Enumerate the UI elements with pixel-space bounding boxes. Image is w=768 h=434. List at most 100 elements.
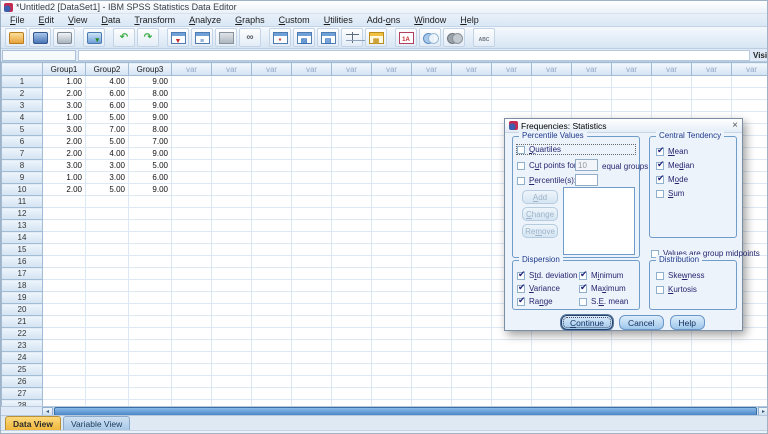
- data-cell[interactable]: [171, 195, 212, 208]
- data-cell[interactable]: [42, 231, 86, 244]
- data-cell[interactable]: 2.00: [42, 87, 86, 100]
- data-cell[interactable]: [211, 183, 252, 196]
- data-cell[interactable]: [171, 243, 212, 256]
- data-cell[interactable]: [691, 375, 732, 388]
- data-cell[interactable]: [331, 291, 372, 304]
- data-cell[interactable]: [291, 387, 332, 400]
- data-cell[interactable]: [451, 123, 492, 136]
- data-cell[interactable]: [451, 267, 492, 280]
- column-header-var[interactable]: var: [411, 62, 452, 76]
- data-cell[interactable]: [371, 243, 412, 256]
- data-cell[interactable]: [651, 75, 692, 88]
- data-cell[interactable]: [128, 207, 172, 220]
- data-cell[interactable]: [331, 135, 372, 148]
- data-cell[interactable]: [411, 87, 452, 100]
- kurtosis-checkbox[interactable]: Kurtosis: [656, 284, 697, 295]
- data-cell[interactable]: [251, 279, 292, 292]
- data-cell[interactable]: [331, 219, 372, 232]
- column-header-var[interactable]: var: [571, 62, 612, 76]
- data-cell[interactable]: [42, 303, 86, 316]
- data-cell[interactable]: [171, 99, 212, 112]
- data-cell[interactable]: [251, 375, 292, 388]
- data-cell[interactable]: [531, 75, 572, 88]
- data-cell[interactable]: [211, 147, 252, 160]
- data-cell[interactable]: [731, 75, 767, 88]
- data-cell[interactable]: [371, 75, 412, 88]
- data-cell[interactable]: [611, 87, 652, 100]
- data-cell[interactable]: [331, 267, 372, 280]
- data-cell[interactable]: [251, 87, 292, 100]
- data-cell[interactable]: [611, 339, 652, 352]
- data-cell[interactable]: [371, 279, 412, 292]
- data-cell[interactable]: [371, 303, 412, 316]
- data-cell[interactable]: [128, 243, 172, 256]
- data-cell[interactable]: [411, 267, 452, 280]
- data-cell[interactable]: [171, 123, 212, 136]
- column-header-group3[interactable]: Group3: [128, 62, 172, 76]
- data-cell[interactable]: [211, 99, 252, 112]
- data-cell[interactable]: [411, 363, 452, 376]
- row-header[interactable]: 7: [1, 147, 43, 160]
- data-cell[interactable]: [571, 363, 612, 376]
- data-cell[interactable]: [42, 207, 86, 220]
- data-cell[interactable]: 9.00: [128, 111, 172, 124]
- data-cell[interactable]: [331, 351, 372, 364]
- close-icon[interactable]: ×: [732, 120, 738, 132]
- data-cell[interactable]: [171, 183, 212, 196]
- data-cell[interactable]: [291, 135, 332, 148]
- data-cell[interactable]: [251, 387, 292, 400]
- data-cell[interactable]: [331, 243, 372, 256]
- data-cell[interactable]: [291, 255, 332, 268]
- data-cell[interactable]: [691, 75, 732, 88]
- menu-transform[interactable]: Transform: [127, 14, 182, 26]
- data-cell[interactable]: [371, 111, 412, 124]
- data-cell[interactable]: [491, 351, 532, 364]
- data-cell[interactable]: [85, 219, 129, 232]
- data-cell[interactable]: [85, 315, 129, 328]
- data-cell[interactable]: [411, 159, 452, 172]
- menu-view[interactable]: View: [61, 14, 94, 26]
- data-cell[interactable]: [171, 303, 212, 316]
- row-header[interactable]: 22: [1, 327, 43, 340]
- data-cell[interactable]: [451, 147, 492, 160]
- spell-check-button[interactable]: ABC: [473, 28, 495, 47]
- data-cell[interactable]: [42, 327, 86, 340]
- data-cell[interactable]: [411, 303, 452, 316]
- data-cell[interactable]: [251, 159, 292, 172]
- row-header[interactable]: 1: [1, 75, 43, 88]
- data-cell[interactable]: [411, 171, 452, 184]
- data-cell[interactable]: [451, 339, 492, 352]
- row-header[interactable]: 27: [1, 387, 43, 400]
- data-cell[interactable]: [291, 243, 332, 256]
- data-cell[interactable]: [291, 99, 332, 112]
- data-cell[interactable]: [451, 183, 492, 196]
- data-cell[interactable]: [411, 183, 452, 196]
- median-checkbox[interactable]: Median: [656, 159, 694, 171]
- data-cell[interactable]: [371, 351, 412, 364]
- data-cell[interactable]: [85, 351, 129, 364]
- data-cell[interactable]: [491, 375, 532, 388]
- data-cell[interactable]: 2.00: [42, 147, 86, 160]
- data-cell[interactable]: [211, 255, 252, 268]
- grid-corner-cell[interactable]: [1, 62, 43, 76]
- data-cell[interactable]: [171, 339, 212, 352]
- data-cell[interactable]: [128, 339, 172, 352]
- data-cell[interactable]: [451, 327, 492, 340]
- data-cell[interactable]: [331, 207, 372, 220]
- data-cell[interactable]: [491, 387, 532, 400]
- data-cell[interactable]: [691, 363, 732, 376]
- data-cell[interactable]: [411, 351, 452, 364]
- data-cell[interactable]: [171, 75, 212, 88]
- data-cell[interactable]: 1.00: [42, 171, 86, 184]
- data-cell[interactable]: [491, 75, 532, 88]
- data-cell[interactable]: [371, 375, 412, 388]
- insert-variable-button[interactable]: ▨: [293, 28, 315, 47]
- data-cell[interactable]: [128, 351, 172, 364]
- data-cell[interactable]: [42, 387, 86, 400]
- data-cell[interactable]: [291, 231, 332, 244]
- menu-custom[interactable]: Custom: [272, 14, 317, 26]
- data-cell[interactable]: [451, 111, 492, 124]
- data-cell[interactable]: [291, 171, 332, 184]
- data-cell[interactable]: [42, 279, 86, 292]
- data-cell[interactable]: [651, 339, 692, 352]
